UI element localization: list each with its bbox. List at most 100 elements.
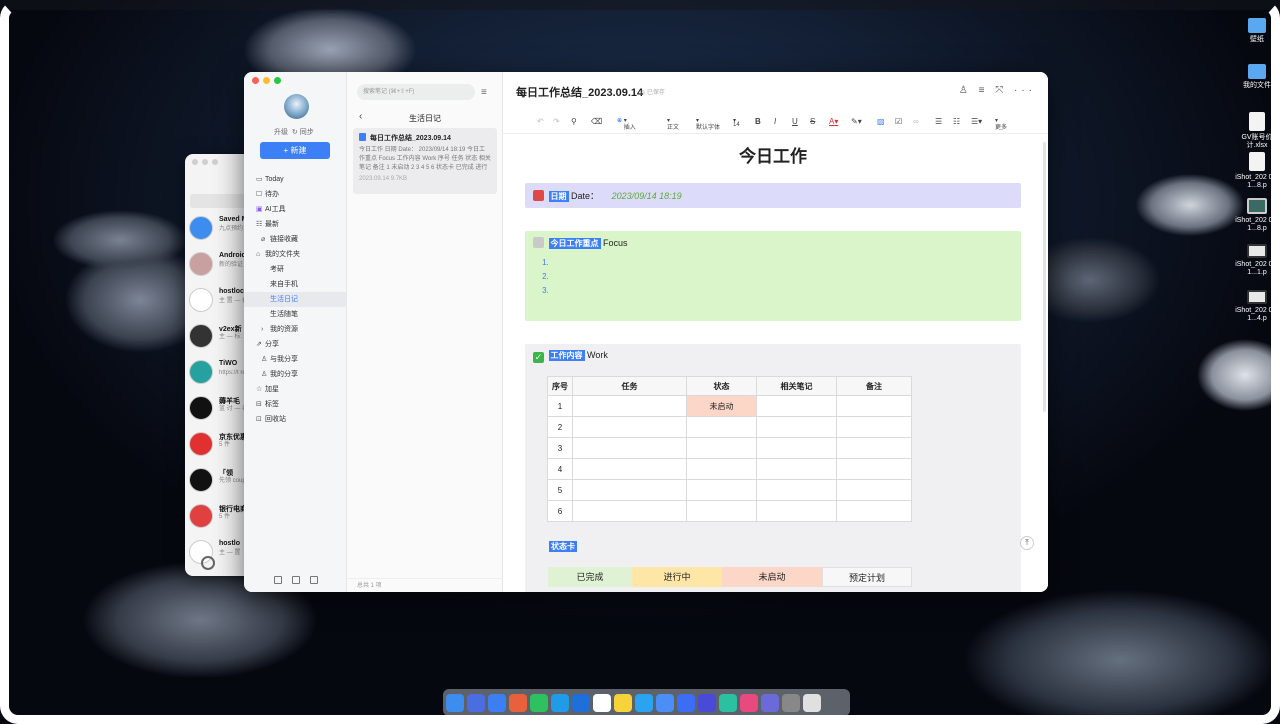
chat-window-controls[interactable]	[192, 159, 218, 165]
focus-item[interactable]	[551, 284, 1013, 298]
undo-icon[interactable]: ↶	[537, 117, 544, 126]
focus-item[interactable]	[551, 256, 1013, 270]
menu-bar[interactable]	[0, 0, 1280, 10]
back-icon[interactable]: ‹	[359, 111, 362, 122]
zoom-button[interactable]	[274, 77, 281, 84]
note-card[interactable]: 每日工作总结_2023.09.14 今日工作 日期 Date： 2023/09/…	[353, 128, 497, 194]
status-card[interactable]: 未启动	[722, 567, 822, 587]
avatar[interactable]	[284, 94, 309, 119]
sidebar-item[interactable]: 生活日记	[244, 292, 347, 307]
minimize-button[interactable]	[263, 77, 270, 84]
text-color-icon[interactable]: A▾	[829, 117, 838, 126]
more-button[interactable]: 更多 ▾	[995, 117, 1007, 131]
bullet-list-icon[interactable]: ☰	[935, 117, 942, 126]
sidebar-item[interactable]: ▣ AI工具	[244, 202, 347, 217]
table-cell[interactable]	[836, 437, 912, 459]
format-toolbar[interactable]: ↶ ↷ ⚲ ⌫ ⊕ 插入 ▾ 正文 ▾ 默认字体 ▾ 14 ▾ B I U S …	[503, 112, 1048, 134]
table-cell[interactable]: 5	[547, 479, 573, 501]
desktop-file-icon[interactable]: GV账号价计.xlsx	[1234, 112, 1280, 150]
status-card[interactable]: 进行中	[632, 567, 722, 587]
table-cell[interactable]	[756, 437, 837, 459]
back-to-top-icon[interactable]: ⤒	[1020, 536, 1034, 550]
insert-button[interactable]: ⊕ 插入 ▾	[617, 117, 636, 131]
document-body[interactable]: 今日工作 日期 Date： 2023/09/14 18:19 今日工作重点 Fo…	[503, 134, 1048, 592]
table-cell[interactable]	[572, 416, 687, 438]
dock-app-icon[interactable]	[698, 693, 716, 712]
table-cell[interactable]	[686, 416, 757, 438]
chat-search-input[interactable]	[190, 194, 250, 208]
table-cell[interactable]: 未启动	[686, 395, 757, 417]
dock-app-icon[interactable]	[446, 693, 464, 712]
align-icon[interactable]: ☰▾	[971, 117, 982, 126]
desktop-file-icon[interactable]: 我的文件	[1234, 64, 1280, 90]
desktop-file-icon[interactable]: 壁纸	[1234, 18, 1280, 44]
sidebar-item[interactable]: ▭ Today	[244, 172, 347, 187]
table-cell[interactable]	[756, 479, 837, 501]
dock-app-icon[interactable]	[551, 693, 569, 712]
scrollbar[interactable]	[1043, 142, 1046, 412]
profile-icon[interactable]	[201, 556, 215, 570]
strikethrough-icon[interactable]: S	[810, 117, 815, 126]
table-cell[interactable]	[836, 458, 912, 480]
upgrade-sync-row[interactable]: 升级 ↻ 同步	[274, 127, 314, 137]
table-cell[interactable]	[572, 395, 687, 417]
work-block[interactable]: ✓ 工作内容 Work 序号 任务 状态 相关笔记 备注 1 未启动 2 3 4 5 6 状态卡 已…	[525, 344, 1021, 592]
table-cell[interactable]	[686, 479, 757, 501]
editor-actions[interactable]: ♙ ≡ ⤧ ···	[959, 85, 1036, 96]
sidebar-item[interactable]: ☆ 加星	[244, 382, 347, 397]
dock-app-icon[interactable]	[635, 693, 653, 712]
table-cell[interactable]	[572, 479, 687, 501]
sidebar-item[interactable]: 来自手机	[244, 277, 347, 292]
bold-icon[interactable]: B	[755, 117, 761, 126]
note-search-input[interactable]: 搜索笔记 (⌘+⇧+F)	[357, 84, 475, 100]
font-size-select[interactable]: 14 ▾	[733, 117, 740, 128]
dock-app-icon[interactable]	[677, 693, 695, 712]
close-button[interactable]	[252, 77, 259, 84]
image-icon[interactable]: ▨	[877, 117, 885, 126]
desktop-file-icon[interactable]: iShot_202 09-1...8.p	[1234, 198, 1280, 233]
note-title[interactable]: 每日工作总结_2023.09.14	[516, 84, 643, 100]
table-cell[interactable]	[756, 500, 837, 522]
sidebar-item[interactable]: ☷ 最新	[244, 217, 347, 232]
dock-app-icon[interactable]	[530, 693, 548, 712]
dock-app-icon[interactable]	[614, 693, 632, 712]
table-cell[interactable]	[756, 395, 837, 417]
work-table[interactable]: 序号 任务 状态 相关笔记 备注 1 未启动 2 3 4 5 6	[547, 376, 912, 522]
sidebar-item[interactable]: 考研	[244, 262, 347, 277]
sidebar-item[interactable]: ⌂ 我的文件夹	[244, 247, 347, 262]
sort-icon[interactable]: ≡	[481, 87, 487, 98]
dock-app-icon[interactable]	[656, 693, 674, 712]
dock-app-icon[interactable]	[593, 693, 611, 712]
focus-item[interactable]	[551, 270, 1013, 284]
table-cell[interactable]	[836, 395, 912, 417]
dock-app-icon[interactable]	[488, 693, 506, 712]
date-block[interactable]: 日期 Date： 2023/09/14 18:19	[525, 183, 1021, 208]
table-cell[interactable]	[836, 416, 912, 438]
sidebar-item[interactable]: ⌀ 链接收藏	[244, 232, 347, 247]
table-cell[interactable]: 4	[547, 458, 573, 480]
dock-app-icon[interactable]	[509, 693, 527, 712]
underline-icon[interactable]: U	[792, 117, 798, 126]
sidebar-item[interactable]: 生活随笔	[244, 307, 347, 322]
desktop-file-icon[interactable]: iShot_202 09-1...1.p	[1234, 244, 1280, 277]
window-controls[interactable]	[252, 77, 281, 84]
eraser-icon[interactable]: ⌫	[591, 117, 602, 126]
sidebar-item[interactable]: ⊟ 标签	[244, 397, 347, 412]
sidebar-item[interactable]: ♙ 与我分享	[244, 352, 347, 367]
dock-app-icon[interactable]	[467, 693, 485, 712]
sidebar-item[interactable]: ☐ 待办	[244, 187, 347, 202]
table-cell[interactable]: 2	[547, 416, 573, 438]
status-card[interactable]: 预定计划	[822, 567, 912, 587]
table-cell[interactable]	[572, 458, 687, 480]
dock-app-icon[interactable]	[761, 693, 779, 712]
table-cell[interactable]	[756, 416, 837, 438]
sidebar-item[interactable]: › 我的资源	[244, 322, 347, 337]
table-cell[interactable]	[686, 458, 757, 480]
focus-list[interactable]	[551, 256, 1013, 298]
table-cell[interactable]	[572, 500, 687, 522]
checkbox-icon[interactable]: ☑	[895, 117, 902, 126]
dock-app-icon[interactable]	[782, 693, 800, 712]
sidebar-item[interactable]: ♙ 我的分享	[244, 367, 347, 382]
table-cell[interactable]: 6	[547, 500, 573, 522]
desktop-file-icon[interactable]: iShot_202 09-1...4.p	[1234, 290, 1280, 323]
